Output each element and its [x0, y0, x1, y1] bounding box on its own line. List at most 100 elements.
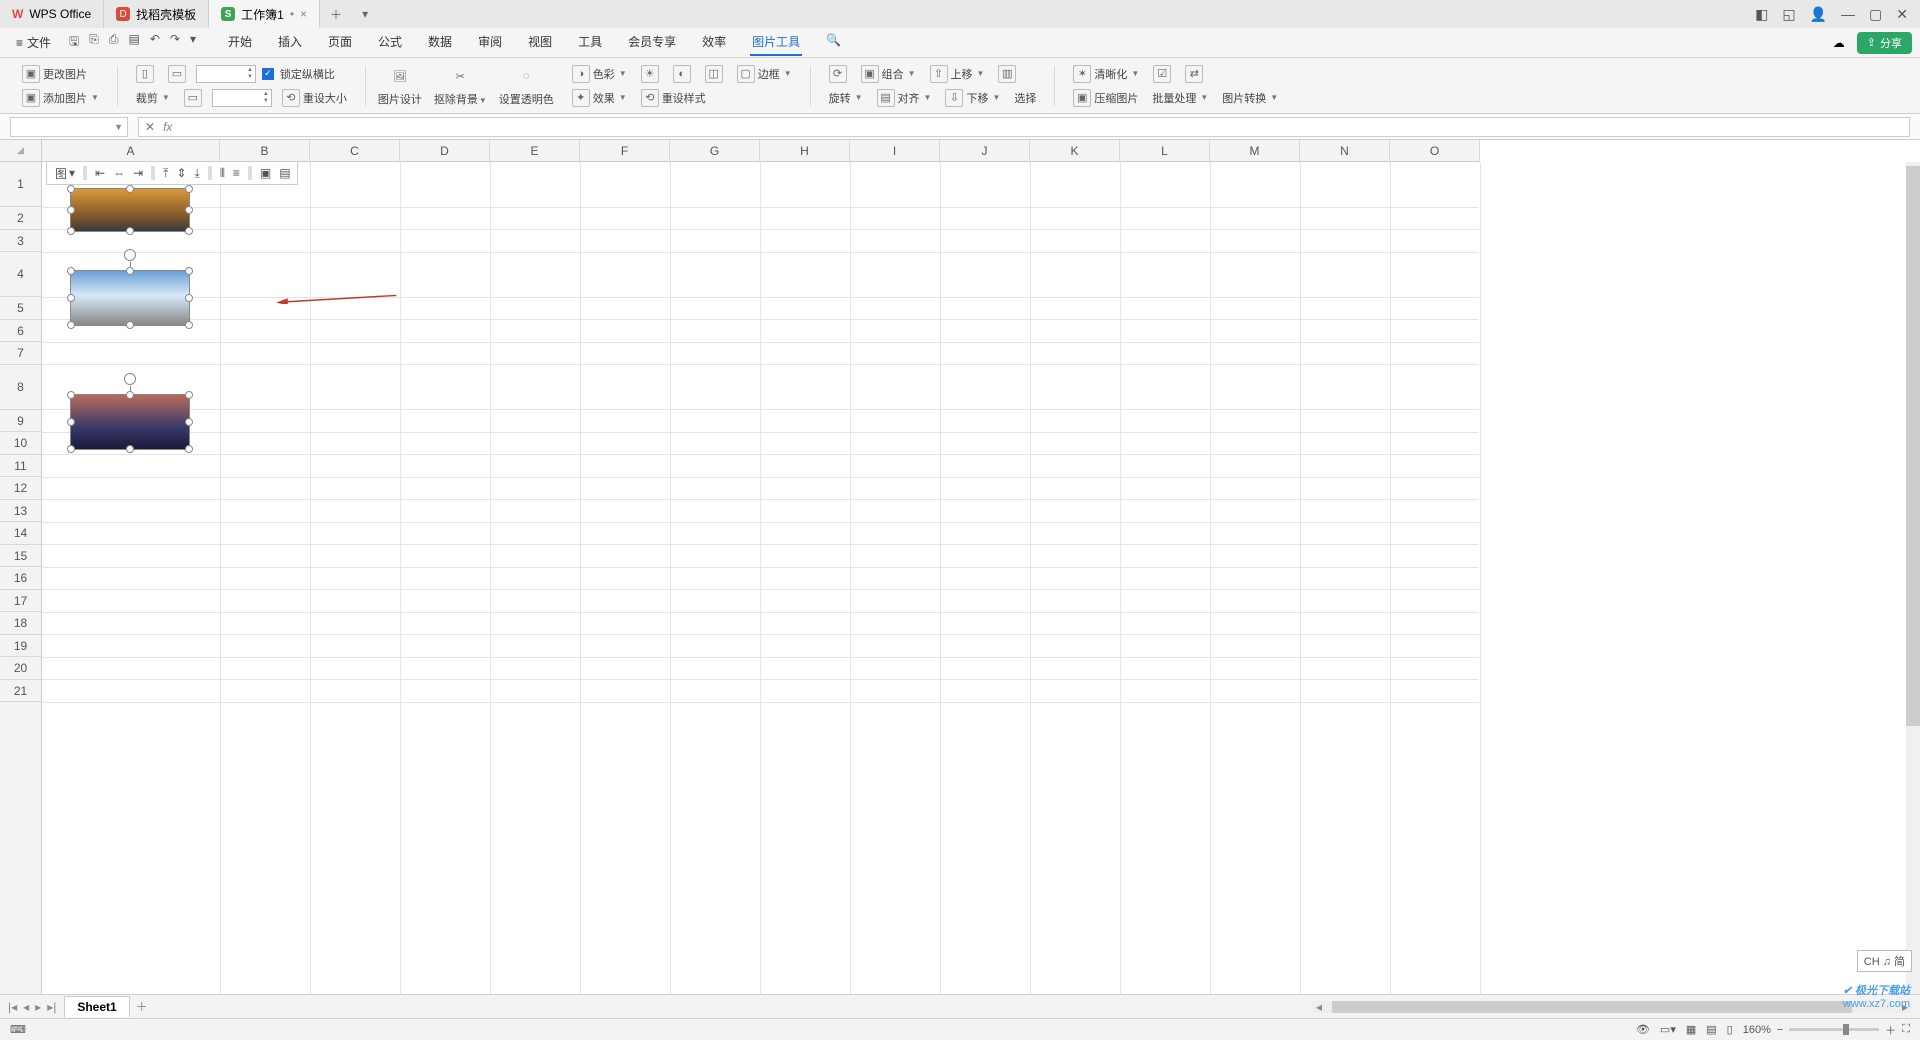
row-header-18[interactable]: 18: [0, 612, 41, 635]
nav-next-icon[interactable]: ▸: [35, 1000, 41, 1014]
search-icon[interactable]: 🔍: [824, 29, 843, 56]
crop-height-icon[interactable]: ▯: [132, 63, 158, 85]
resize-handle[interactable]: [185, 267, 193, 275]
scroll-thumb[interactable]: [1332, 1001, 1852, 1013]
width-input[interactable]: ▲▼: [196, 65, 256, 83]
row-header-4[interactable]: 4: [0, 252, 41, 297]
zoom-value[interactable]: 160%: [1743, 1024, 1771, 1036]
col-header-A[interactable]: A: [42, 140, 220, 161]
col-header-M[interactable]: M: [1210, 140, 1300, 161]
check-icon-button[interactable]: ☑: [1149, 63, 1175, 85]
col-header-H[interactable]: H: [760, 140, 850, 161]
clarity-button[interactable]: ✶清晰化▼: [1069, 63, 1143, 85]
preset-icon[interactable]: ◫: [701, 63, 727, 85]
maximize-button[interactable]: ▢: [1869, 6, 1882, 23]
row-header-1[interactable]: 1: [0, 162, 41, 207]
effect-button[interactable]: ✦效果▼: [568, 87, 631, 109]
resize-handle[interactable]: [126, 267, 134, 275]
tool-dist-v-icon[interactable]: ≡: [231, 166, 242, 180]
resize-handle[interactable]: [67, 294, 75, 302]
file-menu-button[interactable]: ≡ 文件: [8, 34, 59, 51]
print-icon[interactable]: ⎙: [109, 32, 119, 53]
resize-handle[interactable]: [185, 445, 193, 453]
tab-picture-tools[interactable]: 图片工具: [750, 29, 802, 56]
tool-group-icon[interactable]: ▣: [258, 166, 273, 180]
col-header-C[interactable]: C: [310, 140, 400, 161]
view-normal-icon[interactable]: ▦: [1686, 1023, 1696, 1036]
nav-first-icon[interactable]: |◂: [8, 1000, 17, 1014]
color-button[interactable]: ◑色彩▼: [568, 63, 631, 85]
view-pagebreak-icon[interactable]: ▤: [1706, 1023, 1716, 1036]
row-header-16[interactable]: 16: [0, 567, 41, 590]
add-image-button[interactable]: ▣添加图片▼: [18, 87, 103, 109]
row-header-5[interactable]: 5: [0, 297, 41, 320]
share-button[interactable]: ⇪ 分享: [1857, 32, 1912, 54]
tab-insert[interactable]: 插入: [276, 29, 304, 56]
zoom-in-button[interactable]: ＋: [1885, 1022, 1896, 1038]
convert-icon-button[interactable]: ⇄: [1181, 63, 1207, 85]
resize-handle[interactable]: [126, 445, 134, 453]
col-header-G[interactable]: G: [670, 140, 760, 161]
resize-handle[interactable]: [185, 227, 193, 235]
cloud-icon[interactable]: ☁: [1833, 36, 1845, 50]
resize-handle[interactable]: [185, 418, 193, 426]
row-header-3[interactable]: 3: [0, 230, 41, 253]
zoom-out-button[interactable]: −: [1777, 1024, 1783, 1036]
window-multi-icon[interactable]: ◧: [1755, 6, 1768, 23]
col-header-B[interactable]: B: [220, 140, 310, 161]
export-icon[interactable]: ⎘: [89, 32, 99, 53]
align-button[interactable]: ▤对齐▼: [873, 87, 936, 109]
minimize-button[interactable]: —: [1841, 6, 1855, 22]
tool-align-left-icon[interactable]: ⇤: [93, 166, 107, 180]
resize-handle[interactable]: [126, 227, 134, 235]
vertical-scrollbar[interactable]: [1906, 162, 1920, 994]
col-header-L[interactable]: L: [1120, 140, 1210, 161]
move-down-button[interactable]: ⇩下移▼: [941, 87, 1004, 109]
close-tab-icon[interactable]: ×: [300, 7, 307, 21]
resize-handle[interactable]: [67, 391, 75, 399]
tab-start[interactable]: 开始: [226, 29, 254, 56]
compress-button[interactable]: ▣压缩图片: [1069, 87, 1142, 109]
change-image-button[interactable]: ▣更改图片: [18, 63, 103, 85]
col-header-O[interactable]: O: [1390, 140, 1480, 161]
book-icon[interactable]: ▭▾: [1660, 1023, 1676, 1036]
tab-efficiency[interactable]: 效率: [700, 29, 728, 56]
row-header-2[interactable]: 2: [0, 207, 41, 230]
tool-layout-icon[interactable]: 图▾: [51, 165, 77, 182]
scroll-left-icon[interactable]: ◂: [1316, 1000, 1322, 1014]
row-header-15[interactable]: 15: [0, 545, 41, 568]
status-mode-icon[interactable]: ⌨: [10, 1023, 26, 1036]
tab-data[interactable]: 数据: [426, 29, 454, 56]
save-icon[interactable]: 🖫: [69, 32, 79, 53]
name-box[interactable]: ▼: [10, 117, 128, 137]
tool-align-right-icon[interactable]: ⇥: [131, 166, 145, 180]
rotate-handle[interactable]: [124, 373, 136, 385]
tool-ungroup-icon[interactable]: ▤: [277, 166, 292, 180]
row-header-13[interactable]: 13: [0, 500, 41, 523]
row-header-10[interactable]: 10: [0, 432, 41, 455]
undo-icon[interactable]: ↶: [150, 32, 160, 53]
crop-width-icon[interactable]: ▭: [164, 63, 190, 85]
remove-bg-button[interactable]: ✂抠除背景▼: [430, 62, 491, 109]
height-input[interactable]: ▲▼: [212, 89, 272, 107]
row-header-17[interactable]: 17: [0, 590, 41, 613]
tab-tools[interactable]: 工具: [576, 29, 604, 56]
row-header-19[interactable]: 19: [0, 635, 41, 658]
resize-handle[interactable]: [67, 185, 75, 193]
select-button[interactable]: 选择: [1010, 88, 1040, 108]
wrap-icon[interactable]: ▥: [994, 63, 1020, 85]
resize-handle[interactable]: [67, 206, 75, 214]
selected-image-2[interactable]: [70, 270, 190, 326]
add-sheet-button[interactable]: ＋: [136, 998, 148, 1015]
row-header-14[interactable]: 14: [0, 522, 41, 545]
col-header-N[interactable]: N: [1300, 140, 1390, 161]
resize-handle[interactable]: [185, 206, 193, 214]
reset-style-button[interactable]: ⟲重设样式: [637, 87, 710, 109]
picture-design-button[interactable]: 🖼图片设计: [374, 62, 426, 109]
scroll-thumb[interactable]: [1906, 166, 1920, 726]
selected-image-1[interactable]: [70, 188, 190, 232]
resize-handle[interactable]: [126, 321, 134, 329]
formula-input[interactable]: ✕ fx: [138, 117, 1910, 137]
crop-button[interactable]: 裁剪▼: [132, 88, 174, 108]
cells-area[interactable]: 图▾ ⇤ ⇔ ⇥ ⤒ ⇕ ⤓ ⫴ ≡ ▣ ▤: [42, 162, 1920, 994]
